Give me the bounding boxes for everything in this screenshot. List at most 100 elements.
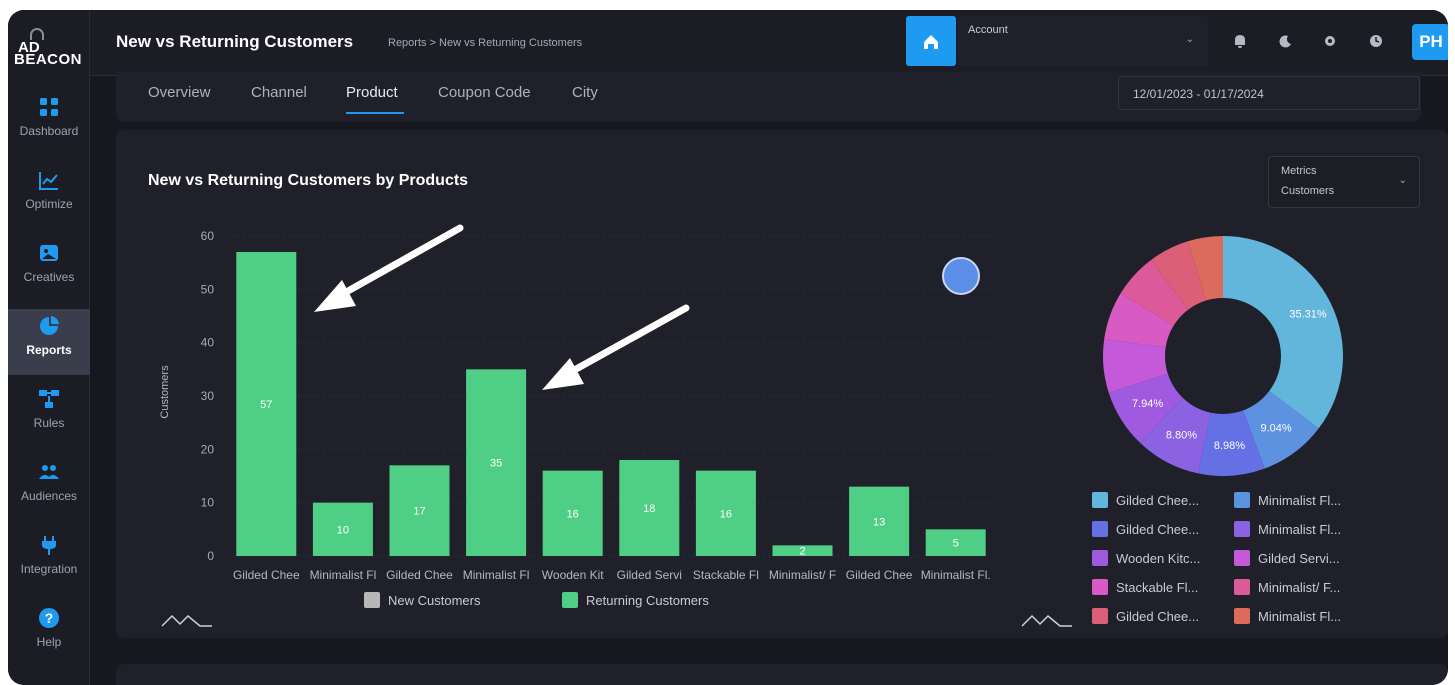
legend-label[interactable]: Minimalist Fl... [1258,493,1341,508]
legend-swatch [1234,521,1250,537]
slice-percent-label: 7.94% [1132,398,1163,410]
x-tick-label: Gilded Chee [233,568,300,582]
legend-swatch [562,592,578,608]
help-icon: ? [38,607,60,629]
flow-icon [38,388,60,410]
dashboard-grid-icon [38,96,60,118]
y-tick-label: 60 [201,229,215,243]
sidebar-item-label: Dashboard [19,124,79,138]
tab-product[interactable]: Product [346,84,398,101]
chart-watermark-icon [161,614,212,627]
legend-label[interactable]: Gilded Chee... [1116,493,1199,508]
account-select[interactable]: Account ⌄ [958,16,1208,66]
legend-swatch [1092,550,1108,566]
legend-swatch [364,592,380,608]
slice-percent-label: 8.98% [1214,440,1245,452]
top-header: New vs Returning Customers Reports > New… [90,10,1448,76]
bar-value-label: 2 [799,546,805,558]
legend-swatch [1234,492,1250,508]
x-tick-label: Gilded Chee [386,568,453,582]
y-axis-label: Customers [159,365,171,419]
sidebar-item-audiences[interactable]: Audiences [8,455,90,521]
bar-value-label: 10 [337,524,349,536]
chart-watermark-icon [1021,614,1072,627]
legend-label[interactable]: Wooden Kitc... [1116,551,1200,566]
people-icon [38,461,60,483]
y-tick-label: 40 [201,336,215,350]
annotation-arrow [542,304,690,390]
chevron-down-icon: ⌄ [1185,34,1194,45]
bar-value-label: 16 [720,508,732,520]
slice-percent-label: 8.80% [1166,430,1197,442]
date-range-picker[interactable]: 12/01/2023 - 01/17/2024 [1118,76,1420,110]
image-icon [38,242,60,264]
cursor-indicator [942,257,980,295]
y-tick-label: 20 [201,442,215,456]
adbeacon-logo[interactable]: AD BEACON [12,28,86,68]
legend-label[interactable]: Gilded Servi... [1258,551,1340,566]
legend-label[interactable]: Minimalist Fl... [1258,522,1341,537]
legend-label[interactable]: Stackable Fl... [1116,580,1198,595]
legend-label[interactable]: Returning Customers [586,593,709,608]
legend-swatch [1234,550,1250,566]
sidebar-item-label: Audiences [20,489,78,503]
legend-label[interactable]: Minimalist/ F... [1258,580,1340,595]
tab-city[interactable]: City [572,84,598,101]
sidebar-item-optimize[interactable]: Optimize [8,163,90,229]
tab-channel[interactable]: Channel [251,84,307,101]
bar-value-label: 17 [413,506,425,518]
sidebar-item-label: Help [36,635,62,649]
legend-swatch [1234,608,1250,624]
sidebar-item-help[interactable]: ? Help [8,601,90,667]
sidebar-item-label: Creatives [23,270,75,284]
legend-label[interactable]: Gilded Chee... [1116,522,1199,537]
svg-text:?: ? [45,610,54,626]
legend-swatch [1092,492,1108,508]
bar-value-label: 5 [953,538,959,550]
x-tick-label: Minimalist/ F [769,568,836,582]
sidebar-item-rules[interactable]: Rules [8,382,90,448]
x-tick-label: Wooden Kit [542,568,604,582]
home-icon [924,35,938,49]
x-tick-label: Gilded Chee [846,568,913,582]
sidebar-item-label: Integration [20,562,78,576]
home-button[interactable] [906,16,956,66]
annotation-arrow [314,224,464,312]
secondary-card [116,664,1448,685]
donut-slice[interactable] [1223,236,1343,429]
breadcrumb[interactable]: Reports > New vs Returning Customers [388,37,582,49]
slice-percent-label: 9.04% [1260,422,1291,434]
bar-value-label: 18 [643,503,655,515]
tab-overview[interactable]: Overview [148,84,211,101]
sidebar-item-dashboard[interactable]: Dashboard [8,90,90,156]
sidebar-item-label: Rules [33,416,65,430]
active-tab-indicator [346,112,404,114]
legend-swatch [1092,521,1108,537]
legend-swatch [1092,579,1108,595]
sidebar-item-reports[interactable]: Reports [8,309,90,375]
bar-value-label: 35 [490,458,502,470]
y-tick-label: 30 [201,389,215,403]
legend-swatch [1092,608,1108,624]
logo-text-line2: BEACON [14,51,83,68]
sidebar-item-creatives[interactable]: Creatives [8,236,90,302]
legend-label[interactable]: Gilded Chee... [1116,609,1199,624]
page-title: New vs Returning Customers [116,32,354,51]
bar-value-label: 57 [260,399,272,411]
y-tick-label: 50 [201,282,215,296]
bell-icon[interactable] [1230,32,1250,52]
chart-card: New vs Returning Customers by Products M… [116,130,1448,638]
clock-icon[interactable] [1366,32,1386,52]
plug-icon [38,534,60,556]
tab-coupon-code[interactable]: Coupon Code [438,84,531,101]
sidebar-item-label: Reports [26,343,72,357]
gear-icon[interactable] [1320,32,1340,52]
report-tabs: Overview Channel Product Coupon Code Cit… [116,72,1421,122]
user-avatar[interactable]: PH [1412,24,1448,60]
legend-label[interactable]: Minimalist Fl... [1258,609,1341,624]
x-tick-label: Minimalist Fl [463,568,530,582]
sidebar-item-integration[interactable]: Integration [8,528,90,594]
legend-label[interactable]: New Customers [388,593,481,608]
moon-icon[interactable] [1276,32,1296,52]
x-tick-label: Minimalist Fl [310,568,377,582]
